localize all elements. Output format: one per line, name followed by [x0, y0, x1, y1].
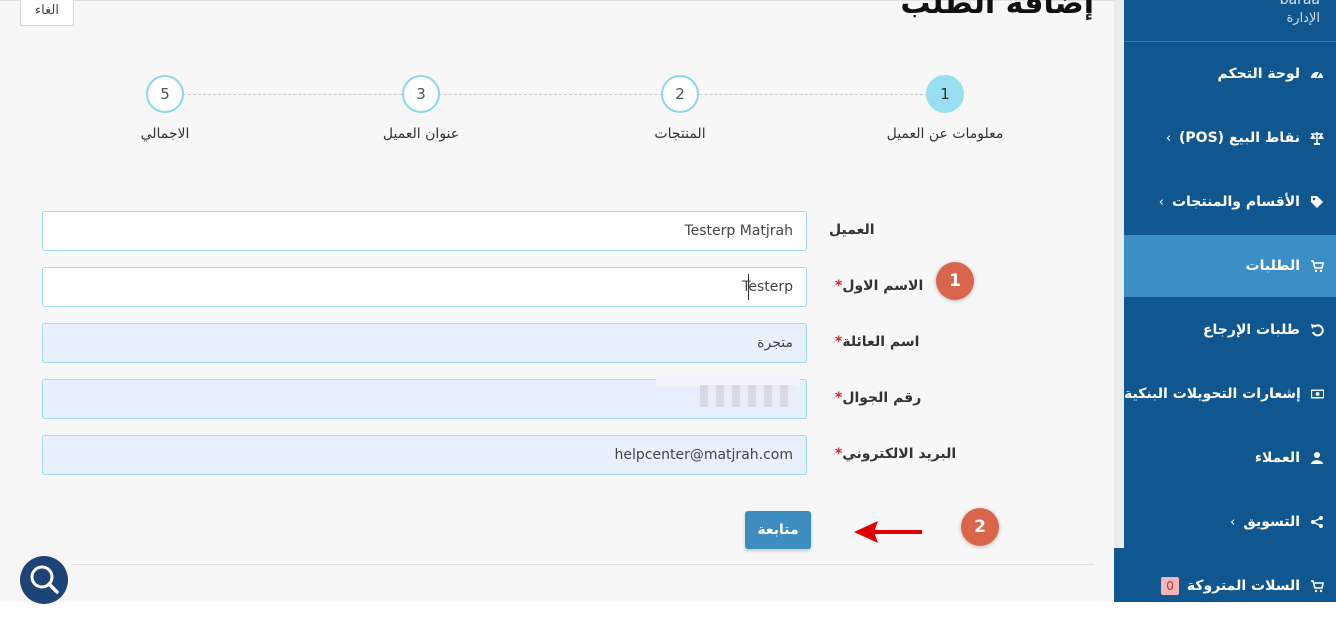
step-1[interactable]: 1: [926, 75, 964, 113]
sidebar-divider: [1124, 41, 1336, 42]
user-name: baraa: [1279, 0, 1320, 8]
cart-icon: [1311, 580, 1324, 593]
sidebar-item-dashboard[interactable]: لوحة التحكم: [1124, 43, 1336, 105]
phone-label: رقم الجوال*: [835, 390, 922, 406]
redacted-phone-number: [700, 385, 794, 407]
sidebar-item-orders[interactable]: الطلبات: [1124, 235, 1336, 297]
sidebar-item-pos[interactable]: ‹ نقاط البيع (POS): [1124, 107, 1336, 169]
chevron-left-icon: ‹: [1165, 130, 1172, 146]
sidebar-item-customers[interactable]: العملاء: [1124, 427, 1336, 489]
step-1-label: معلومات عن العميل: [886, 126, 1004, 142]
chevron-left-icon: ‹: [1158, 194, 1164, 210]
sidebar-item-label: طلبات الإرجاع: [1202, 322, 1300, 338]
sidebar-item-categories-products[interactable]: ‹ الأقسام والمنتجات: [1124, 171, 1336, 233]
annotation-badge-1: 1: [936, 262, 974, 300]
sidebar-item-abandoned-carts[interactable]: 0 السلات المتروكة: [1124, 555, 1336, 617]
customer-label: العميل: [829, 222, 875, 238]
sidebar-item-label: إشعارات التحويلات البنكية: [1124, 386, 1301, 402]
red-arrow-icon: [854, 521, 922, 543]
last-name-field[interactable]: متجرة: [42, 323, 807, 363]
undo-icon: [1311, 324, 1324, 337]
cancel-button[interactable]: الغاء: [20, 0, 74, 26]
text-cursor: [748, 274, 749, 300]
last-name-label: اسم العائلة*: [835, 334, 920, 350]
sidebar-item-label: التسويق: [1243, 514, 1300, 530]
email-field[interactable]: helpcenter@matjrah.com: [42, 435, 807, 475]
sidebar-item-label: لوحة التحكم: [1217, 66, 1300, 82]
sidebar-item-label: العملاء: [1254, 450, 1300, 466]
step-3-label: عنوان العميل: [382, 126, 460, 142]
dashboard-icon: [1311, 71, 1323, 78]
search-icon: [30, 565, 59, 594]
sidebar-item-returns[interactable]: طلبات الإرجاع: [1124, 299, 1336, 361]
main-content: الغاء إضافة الطلب 1 2 3 5 معلومات عن الع…: [0, 0, 1114, 604]
step-2[interactable]: 2: [661, 75, 699, 113]
balance-scale-icon: [1310, 132, 1324, 145]
sidebar-item-label: الأقسام والمنتجات: [1171, 194, 1300, 210]
chevron-left-icon: ‹: [1230, 514, 1236, 530]
sidebar-gutter: [1114, 0, 1124, 548]
sidebar-item-marketing[interactable]: ‹ التسويق: [1124, 491, 1336, 553]
stepper-line: [183, 94, 928, 95]
sidebar-item-label: السلات المتروكة: [1186, 578, 1300, 594]
sidebar-item-bank-transfers[interactable]: إشعارات التحويلات البنكية: [1124, 363, 1336, 425]
first-name-label: الاسم الاول*: [835, 278, 924, 294]
sidebar-item-label: الطلبات: [1245, 258, 1300, 274]
sidebar-item-label: نقاط البيع (POS): [1179, 130, 1300, 146]
first-name-field[interactable]: Testerp: [42, 267, 807, 307]
cart-icon: [1311, 260, 1324, 273]
user-icon: [1311, 452, 1323, 464]
annotation-badge-2: 2: [961, 508, 999, 546]
share-icon: [1311, 516, 1323, 528]
page-title: إضافة الطلب: [900, 0, 1094, 21]
step-3[interactable]: 3: [402, 75, 440, 113]
step-5[interactable]: 5: [146, 75, 184, 113]
step-2-label: المنتجات: [654, 126, 706, 142]
sidebar-gutter-bottom: [1114, 548, 1124, 602]
footer-divider: [72, 564, 1094, 565]
customer-field[interactable]: Testerp Matjrah: [42, 211, 807, 251]
sidebar: baraa الإدارة لوحة التحكم ‹ نقاط البيع (…: [1124, 0, 1336, 602]
money-icon: [1310, 389, 1324, 399]
email-label: البريد الالكتروني*: [835, 446, 957, 462]
continue-button[interactable]: متابعة: [745, 511, 811, 549]
search-button[interactable]: [20, 556, 68, 604]
user-role: الإدارة: [1286, 11, 1320, 26]
count-badge: 0: [1161, 577, 1179, 595]
step-5-label: الاجمالي: [140, 126, 190, 142]
tag-icon: [1311, 196, 1323, 208]
